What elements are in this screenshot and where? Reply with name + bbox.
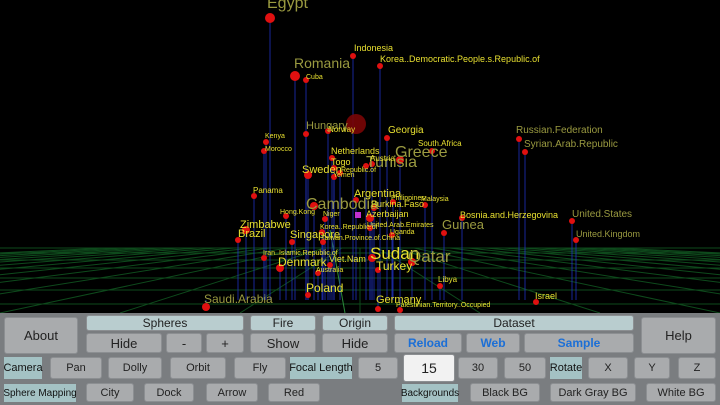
dolly-button[interactable]: Dolly (108, 357, 162, 379)
data-sphere (375, 306, 381, 312)
country-label: Guinea (442, 217, 484, 232)
country-label: Australia (316, 267, 344, 274)
pan-button[interactable]: Pan (50, 357, 102, 379)
rotate-label: Rotate (550, 357, 582, 379)
country-label: Palestinian.Territory..Occupied (396, 302, 491, 309)
country-label: Malaysia (421, 196, 449, 203)
country-label: Syrian.Arab.Republic (524, 139, 618, 150)
country-label: Indonesia (354, 43, 394, 53)
country-label: Azerbaijan (366, 209, 409, 219)
control-panel: About Spheres Fire Origin Dataset Help H… (0, 313, 720, 405)
focal-30-button[interactable]: 30 (458, 357, 498, 379)
data-sphere (350, 53, 356, 59)
data-sphere (516, 136, 522, 142)
spheres-header: Spheres (86, 315, 244, 331)
country-label: Morocco (265, 146, 292, 153)
hide-spheres-button[interactable]: Hide (86, 333, 162, 353)
country-label: Panama (253, 186, 283, 195)
country-label: Qatar (408, 247, 451, 266)
country-label: Kenya (265, 133, 285, 140)
origin-hide-button[interactable]: Hide (322, 333, 388, 353)
reload-button[interactable]: Reload (394, 333, 462, 353)
country-label: Taiwan.Province.of.China (321, 235, 400, 242)
white-bg-button[interactable]: White BG (646, 383, 716, 402)
spheres-plus-button[interactable]: + (206, 333, 244, 353)
data-sphere (290, 71, 300, 81)
spheres-minus-button[interactable]: - (166, 333, 202, 353)
orbit-button[interactable]: Orbit (170, 357, 226, 379)
rotate-x-button[interactable]: X (588, 357, 628, 379)
red-button[interactable]: Red (268, 383, 320, 402)
country-label: Saudi.Arabia (204, 292, 273, 306)
sphere-mapping-label: Sphere Mapping (3, 384, 77, 402)
country-label: Georgia (388, 125, 424, 136)
backgrounds-label: Backgrounds (401, 384, 459, 402)
country-label: Niger (323, 211, 340, 218)
about-button[interactable]: About (4, 317, 78, 354)
dark-gray-bg-button[interactable]: Dark Gray BG (550, 383, 636, 402)
country-label: Austria (370, 154, 395, 163)
country-label: Israel (535, 291, 558, 301)
grid-line (0, 247, 235, 270)
country-label: Egypt (267, 0, 308, 12)
country-label: United.States (572, 209, 633, 220)
country-label: Korea..Democratic.People.s.Republic.of (380, 54, 540, 64)
country-label: Poland (306, 281, 344, 295)
sample-button[interactable]: Sample (524, 333, 634, 353)
country-label: Viet.Nam (329, 254, 366, 264)
country-label: Libya (438, 275, 458, 284)
country-label: United.Kingdom (576, 229, 641, 239)
country-label: Cuba (306, 74, 323, 81)
city-button[interactable]: City (86, 383, 134, 402)
arrow-button[interactable]: Arrow (206, 383, 258, 402)
fly-button[interactable]: Fly (234, 357, 286, 379)
help-button[interactable]: Help (641, 317, 716, 354)
focal-length-label: Focal Length (289, 357, 353, 379)
dataset-header: Dataset (394, 315, 634, 331)
focal-5-button[interactable]: 5 (358, 357, 398, 379)
rotate-y-button[interactable]: Y (634, 357, 670, 379)
black-bg-button[interactable]: Black BG (470, 383, 540, 402)
country-label: Yemen (333, 172, 355, 179)
fire-header: Fire (250, 315, 316, 331)
3d-viewport[interactable]: Egypt Indonesia Korea..Democratic.People.s… (0, 0, 720, 313)
data-sphere (265, 13, 275, 23)
country-label: Hong.Kong (280, 209, 316, 216)
fire-show-button[interactable]: Show (250, 333, 316, 353)
grid-line (485, 247, 720, 270)
rotate-z-button[interactable]: Z (678, 357, 716, 379)
country-label: Philippines (391, 195, 425, 202)
country-label: Korea..Republic.of (320, 224, 378, 231)
country-label: Brazil (238, 228, 266, 240)
focal-15-button[interactable]: 15 (403, 354, 455, 382)
origin-header: Origin (322, 315, 388, 331)
country-label: Russian.Federation (516, 125, 603, 136)
dock-button[interactable]: Dock (144, 383, 194, 402)
country-label: Norway (328, 125, 356, 134)
web-button[interactable]: Web (466, 333, 520, 353)
country-label: Romania (294, 55, 351, 71)
country-label: Turkey (376, 259, 413, 273)
focal-50-button[interactable]: 50 (504, 357, 546, 379)
camera-label: Camera (3, 357, 43, 379)
